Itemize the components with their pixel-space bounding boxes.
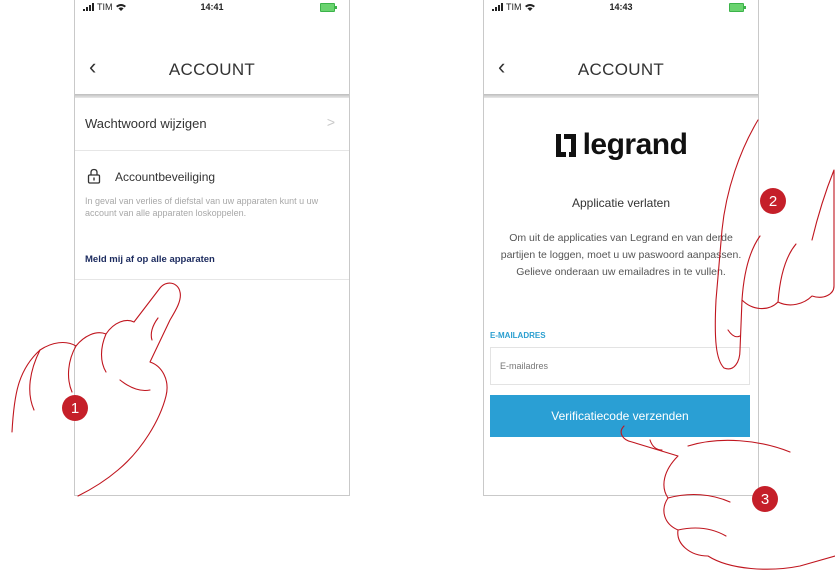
- page-title: ACCOUNT: [577, 60, 665, 79]
- status-time: 14:43: [609, 2, 633, 12]
- email-field[interactable]: [490, 347, 750, 385]
- battery-icon: [729, 3, 746, 12]
- security-heading: Accountbeveiliging: [115, 170, 216, 184]
- email-label: E-MAILADRES: [490, 331, 546, 340]
- change-password-row[interactable]: Wachtwoord wijzigen >: [75, 98, 349, 151]
- step-badge-1: 1: [62, 395, 88, 421]
- legrand-logo: legrand: [484, 128, 758, 162]
- status-bar: TIM 14:41: [75, 0, 349, 16]
- lock-icon: [87, 168, 101, 184]
- status-time: 14:41: [200, 2, 224, 12]
- phone-screen-exit-application: TIM 14:43 ‹ ACCOUNT legrand Applicatie v…: [483, 0, 759, 496]
- send-verification-code-button[interactable]: Verificatiecode verzenden: [490, 395, 750, 437]
- exit-description: Om uit de applicaties van Legrand en van…: [500, 232, 742, 278]
- finger-crease: [777, 243, 797, 303]
- chevron-right-icon: >: [326, 114, 335, 130]
- nav-bar: ‹ ACCOUNT: [75, 40, 349, 94]
- page-title: ACCOUNT: [168, 60, 256, 79]
- logo-wordmark: legrand: [582, 128, 688, 161]
- logout-all-devices-link[interactable]: Meld mij af op alle apparaten: [85, 254, 215, 265]
- phone-screen-account: TIM 14:41 ‹ ACCOUNT Wachtwoord wijzigen …: [74, 0, 350, 496]
- nav-divider: [484, 94, 758, 98]
- finger-crease: [29, 349, 41, 411]
- step-badge-2: 2: [760, 188, 786, 214]
- legrand-mark-icon: [555, 134, 576, 157]
- account-security-section: Accountbeveiliging In geval van verlies …: [75, 151, 349, 280]
- security-description: In geval van verlies of diefstal van uw …: [85, 196, 319, 218]
- step-badge-3: 3: [752, 486, 778, 512]
- battery-icon: [320, 3, 337, 12]
- status-bar: TIM 14:43: [484, 0, 758, 16]
- finger-crease: [677, 527, 727, 537]
- nav-bar: ‹ ACCOUNT: [484, 40, 758, 94]
- change-password-label: Wachtwoord wijzigen: [85, 116, 207, 131]
- exit-title: Applicatie verlaten: [571, 196, 671, 210]
